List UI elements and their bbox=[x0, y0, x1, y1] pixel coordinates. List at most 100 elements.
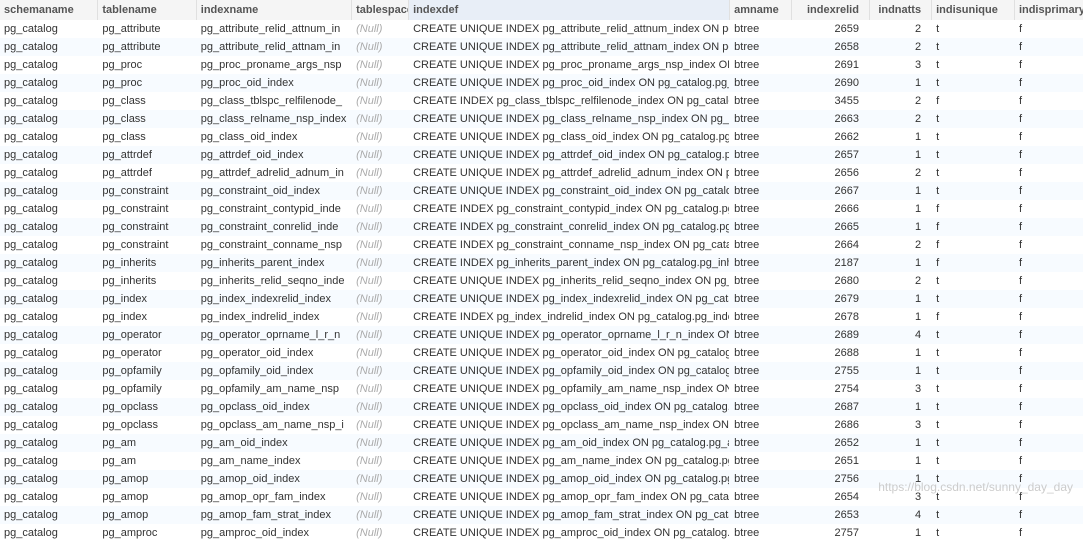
cell-indisprimary[interactable]: f bbox=[1015, 56, 1083, 74]
cell-indexrelid[interactable]: 2754 bbox=[792, 380, 870, 398]
cell-indexdef[interactable]: CREATE UNIQUE INDEX pg_attrdef_oid_index… bbox=[409, 146, 730, 164]
cell-indexrelid[interactable]: 2679 bbox=[792, 290, 870, 308]
cell-indexname[interactable]: pg_am_name_index bbox=[197, 452, 352, 470]
cell-tablename[interactable]: pg_index bbox=[98, 308, 196, 326]
cell-amname[interactable]: btree bbox=[730, 452, 792, 470]
cell-indexrelid[interactable]: 2667 bbox=[792, 182, 870, 200]
cell-tablespace[interactable]: (Null) bbox=[352, 524, 409, 542]
cell-amname[interactable]: btree bbox=[730, 380, 792, 398]
cell-tablename[interactable]: pg_opfamily bbox=[98, 362, 196, 380]
cell-indexdef[interactable]: CREATE INDEX pg_constraint_conrelid_inde… bbox=[409, 218, 730, 236]
cell-schemaname[interactable]: pg_catalog bbox=[0, 38, 98, 56]
cell-schemaname[interactable]: pg_catalog bbox=[0, 110, 98, 128]
table-row[interactable]: pg_catalogpg_attrdefpg_attrdef_oid_index… bbox=[0, 146, 1083, 164]
cell-indisprimary[interactable]: f bbox=[1015, 470, 1083, 488]
cell-indexdef[interactable]: CREATE UNIQUE INDEX pg_opclass_am_name_n… bbox=[409, 416, 730, 434]
column-header-amname[interactable]: amname bbox=[730, 0, 792, 20]
cell-amname[interactable]: btree bbox=[730, 182, 792, 200]
table-row[interactable]: pg_catalogpg_amoppg_amop_opr_fam_index(N… bbox=[0, 488, 1083, 506]
cell-indexrelid[interactable]: 2757 bbox=[792, 524, 870, 542]
cell-schemaname[interactable]: pg_catalog bbox=[0, 326, 98, 344]
cell-indisunique[interactable]: f bbox=[932, 200, 1015, 218]
cell-tablename[interactable]: pg_constraint bbox=[98, 218, 196, 236]
cell-indisprimary[interactable]: f bbox=[1015, 128, 1083, 146]
cell-indexdef[interactable]: CREATE INDEX pg_constraint_conname_nsp_i… bbox=[409, 236, 730, 254]
cell-indisprimary[interactable]: f bbox=[1015, 218, 1083, 236]
cell-tablespace[interactable]: (Null) bbox=[352, 164, 409, 182]
cell-amname[interactable]: btree bbox=[730, 164, 792, 182]
cell-tablespace[interactable]: (Null) bbox=[352, 92, 409, 110]
cell-amname[interactable]: btree bbox=[730, 416, 792, 434]
cell-indnatts[interactable]: 1 bbox=[870, 452, 932, 470]
cell-schemaname[interactable]: pg_catalog bbox=[0, 398, 98, 416]
cell-indexrelid[interactable]: 2756 bbox=[792, 470, 870, 488]
cell-indexdef[interactable]: CREATE UNIQUE INDEX pg_amop_opr_fam_inde… bbox=[409, 488, 730, 506]
table-row[interactable]: pg_catalogpg_opclasspg_opclass_oid_index… bbox=[0, 398, 1083, 416]
cell-indisprimary[interactable]: f bbox=[1015, 236, 1083, 254]
cell-indisprimary[interactable]: f bbox=[1015, 272, 1083, 290]
cell-indexname[interactable]: pg_constraint_contypid_inde bbox=[197, 200, 352, 218]
cell-amname[interactable]: btree bbox=[730, 218, 792, 236]
cell-indexrelid[interactable]: 2690 bbox=[792, 74, 870, 92]
cell-schemaname[interactable]: pg_catalog bbox=[0, 416, 98, 434]
cell-amname[interactable]: btree bbox=[730, 110, 792, 128]
cell-indexname[interactable]: pg_am_oid_index bbox=[197, 434, 352, 452]
cell-indexname[interactable]: pg_index_indrelid_index bbox=[197, 308, 352, 326]
cell-indexrelid[interactable]: 2187 bbox=[792, 254, 870, 272]
cell-indexname[interactable]: pg_operator_oid_index bbox=[197, 344, 352, 362]
table-row[interactable]: pg_catalogpg_indexpg_index_indrelid_inde… bbox=[0, 308, 1083, 326]
cell-schemaname[interactable]: pg_catalog bbox=[0, 74, 98, 92]
cell-tablename[interactable]: pg_constraint bbox=[98, 236, 196, 254]
cell-schemaname[interactable]: pg_catalog bbox=[0, 506, 98, 524]
cell-schemaname[interactable]: pg_catalog bbox=[0, 380, 98, 398]
cell-indexdef[interactable]: CREATE UNIQUE INDEX pg_operator_oprname_… bbox=[409, 326, 730, 344]
cell-indexdef[interactable]: CREATE UNIQUE INDEX pg_inherits_relid_se… bbox=[409, 272, 730, 290]
cell-tablename[interactable]: pg_inherits bbox=[98, 272, 196, 290]
cell-indexname[interactable]: pg_opclass_oid_index bbox=[197, 398, 352, 416]
cell-indexname[interactable]: pg_inherits_parent_index bbox=[197, 254, 352, 272]
cell-indexdef[interactable]: CREATE UNIQUE INDEX pg_proc_proname_args… bbox=[409, 56, 730, 74]
cell-indisprimary[interactable]: f bbox=[1015, 146, 1083, 164]
cell-tablespace[interactable]: (Null) bbox=[352, 236, 409, 254]
cell-indisprimary[interactable]: f bbox=[1015, 20, 1083, 38]
cell-indisunique[interactable]: t bbox=[932, 272, 1015, 290]
cell-indnatts[interactable]: 1 bbox=[870, 200, 932, 218]
cell-tablename[interactable]: pg_attrdef bbox=[98, 146, 196, 164]
cell-indexname[interactable]: pg_inherits_relid_seqno_inde bbox=[197, 272, 352, 290]
cell-tablespace[interactable]: (Null) bbox=[352, 344, 409, 362]
cell-indexrelid[interactable]: 2654 bbox=[792, 488, 870, 506]
cell-indisunique[interactable]: f bbox=[932, 92, 1015, 110]
cell-indexrelid[interactable]: 2653 bbox=[792, 506, 870, 524]
cell-indisunique[interactable]: t bbox=[932, 452, 1015, 470]
cell-tablename[interactable]: pg_operator bbox=[98, 344, 196, 362]
cell-tablename[interactable]: pg_amop bbox=[98, 470, 196, 488]
cell-indisunique[interactable]: t bbox=[932, 488, 1015, 506]
cell-indnatts[interactable]: 1 bbox=[870, 344, 932, 362]
cell-tablespace[interactable]: (Null) bbox=[352, 56, 409, 74]
cell-indnatts[interactable]: 1 bbox=[870, 524, 932, 542]
table-row[interactable]: pg_catalogpg_amoppg_amop_oid_index(Null)… bbox=[0, 470, 1083, 488]
cell-indisunique[interactable]: f bbox=[932, 236, 1015, 254]
cell-indnatts[interactable]: 2 bbox=[870, 92, 932, 110]
cell-schemaname[interactable]: pg_catalog bbox=[0, 128, 98, 146]
cell-indisunique[interactable]: t bbox=[932, 398, 1015, 416]
cell-indnatts[interactable]: 3 bbox=[870, 380, 932, 398]
cell-indexrelid[interactable]: 2678 bbox=[792, 308, 870, 326]
cell-schemaname[interactable]: pg_catalog bbox=[0, 488, 98, 506]
table-row[interactable]: pg_catalogpg_constraintpg_constraint_oid… bbox=[0, 182, 1083, 200]
cell-amname[interactable]: btree bbox=[730, 470, 792, 488]
cell-tablename[interactable]: pg_class bbox=[98, 92, 196, 110]
cell-tablespace[interactable]: (Null) bbox=[352, 272, 409, 290]
cell-indisprimary[interactable]: f bbox=[1015, 416, 1083, 434]
cell-indisunique[interactable]: t bbox=[932, 380, 1015, 398]
table-row[interactable]: pg_catalogpg_operatorpg_operator_oprname… bbox=[0, 326, 1083, 344]
cell-tablespace[interactable]: (Null) bbox=[352, 506, 409, 524]
cell-indexrelid[interactable]: 2666 bbox=[792, 200, 870, 218]
cell-indexrelid[interactable]: 3455 bbox=[792, 92, 870, 110]
cell-indexrelid[interactable]: 2651 bbox=[792, 452, 870, 470]
cell-tablespace[interactable]: (Null) bbox=[352, 380, 409, 398]
cell-indexname[interactable]: pg_attribute_relid_attnum_in bbox=[197, 20, 352, 38]
cell-indexname[interactable]: pg_amproc_oid_index bbox=[197, 524, 352, 542]
table-row[interactable]: pg_catalogpg_procpg_proc_oid_index(Null)… bbox=[0, 74, 1083, 92]
table-row[interactable]: pg_catalogpg_amprocpg_amproc_oid_index(N… bbox=[0, 524, 1083, 542]
